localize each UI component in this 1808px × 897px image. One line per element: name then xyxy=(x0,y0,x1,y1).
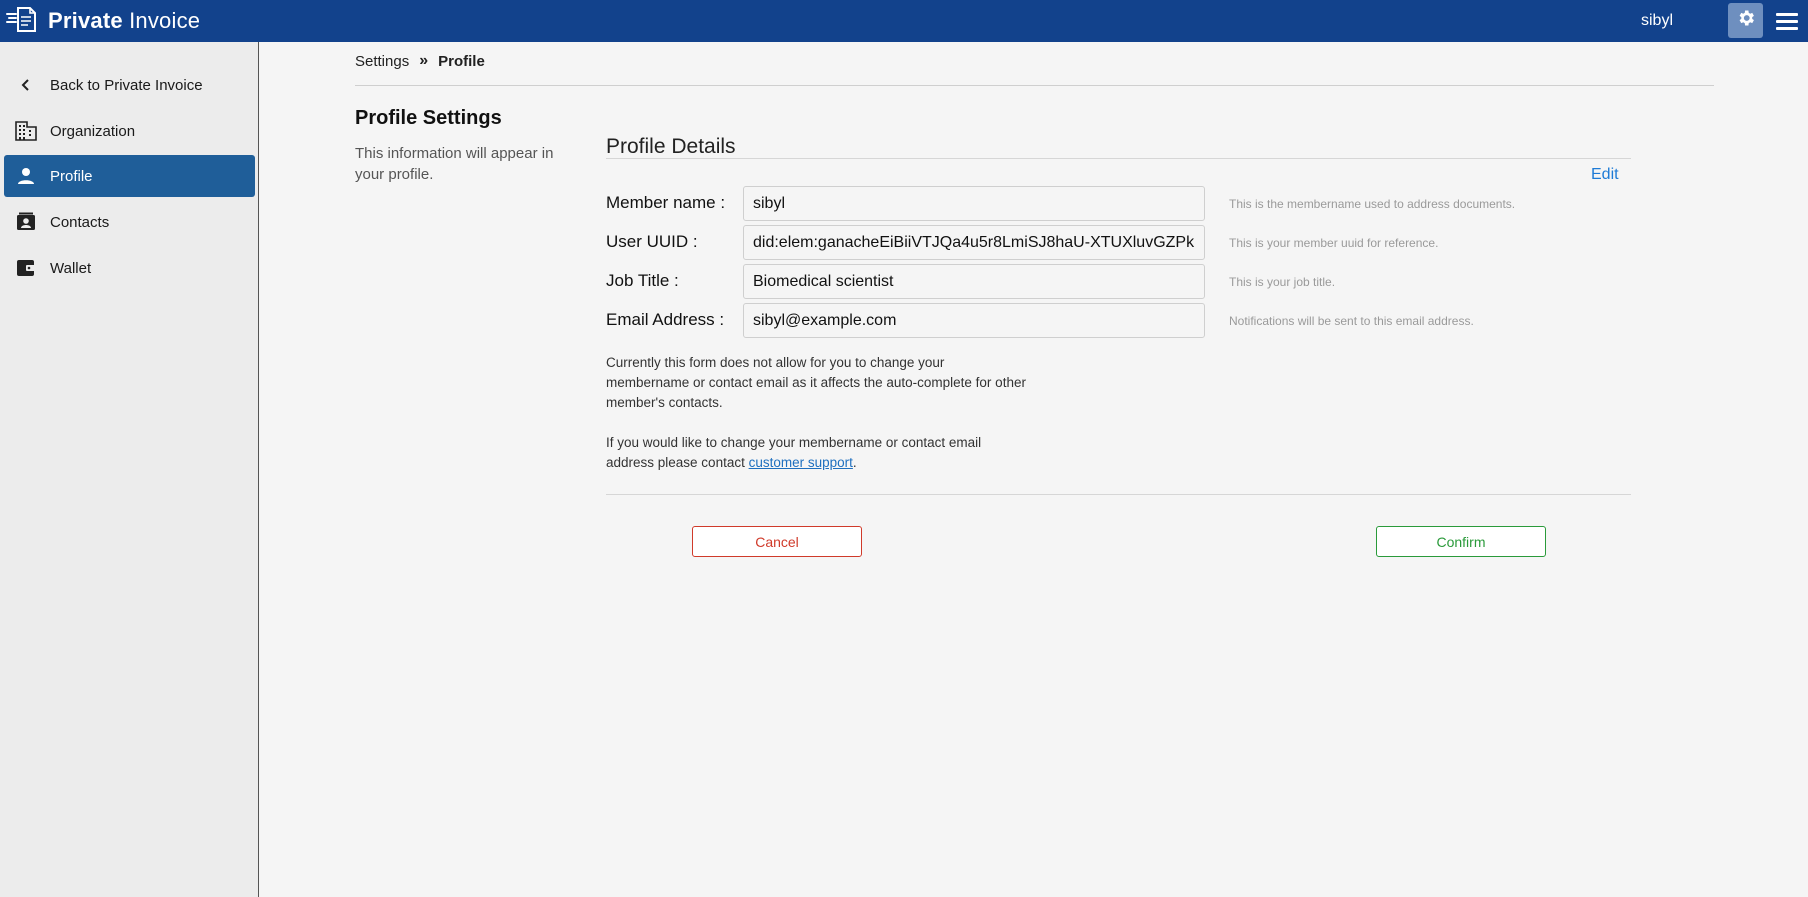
user-uuid-label: User UUID : xyxy=(606,232,698,251)
email-address-label: Email Address : xyxy=(606,310,725,329)
sidebar: Back to Private Invoice Organization Pro… xyxy=(0,42,259,897)
form-note: Currently this form does not allow for y… xyxy=(606,355,1026,410)
sidebar-item-back[interactable]: Back to Private Invoice xyxy=(4,64,255,106)
sidebar-item-label: Contacts xyxy=(50,213,110,231)
support-note: If you would like to change your membern… xyxy=(606,433,1031,473)
sidebar-item-wallet[interactable]: Wallet xyxy=(4,247,255,289)
divider xyxy=(606,494,1631,495)
breadcrumb: Settings » Profile xyxy=(355,52,485,70)
app-title: Private Invoice xyxy=(48,8,200,34)
sidebar-item-contacts[interactable]: Contacts xyxy=(4,201,255,243)
app-title-rest: Invoice xyxy=(129,8,201,33)
edit-link[interactable]: Edit xyxy=(1591,166,1619,184)
gear-icon xyxy=(1736,8,1756,33)
sidebar-item-label: Wallet xyxy=(50,259,92,277)
app-title-bold: Private xyxy=(48,8,123,33)
user-uuid-hint: This is your member uuid for reference. xyxy=(1229,236,1439,250)
contacts-icon xyxy=(14,210,38,234)
member-name-label: Member name : xyxy=(606,193,726,212)
person-icon xyxy=(14,164,38,188)
section-description: This information will appear in your pro… xyxy=(355,145,554,183)
settings-button[interactable] xyxy=(1728,3,1763,38)
breadcrumb-settings[interactable]: Settings xyxy=(355,53,409,70)
sidebar-item-profile[interactable]: Profile xyxy=(4,155,255,197)
job-title-hint: This is your job title. xyxy=(1229,275,1336,289)
divider xyxy=(355,85,1714,86)
sidebar-item-label: Organization xyxy=(50,122,136,140)
member-name-hint: This is the membername used to address d… xyxy=(1229,197,1516,211)
cancel-button[interactable]: Cancel xyxy=(692,526,862,557)
job-title-label: Job Title : xyxy=(606,271,679,290)
support-note-suffix: . xyxy=(852,455,857,470)
sidebar-item-label: Profile xyxy=(50,167,93,185)
user-name[interactable]: sibyl xyxy=(1641,12,1673,30)
building-icon xyxy=(14,119,38,143)
hamburger-menu-button[interactable] xyxy=(1776,8,1798,34)
customer-support-link[interactable]: customer support xyxy=(749,455,853,470)
email-field[interactable] xyxy=(743,303,1205,338)
wallet-icon xyxy=(14,256,38,280)
user-uuid-field[interactable] xyxy=(743,225,1205,260)
invoice-logo-icon xyxy=(6,4,42,39)
sidebar-item-organization[interactable]: Organization xyxy=(4,110,255,152)
divider xyxy=(606,158,1631,159)
breadcrumb-separator-icon: » xyxy=(419,52,429,69)
panel-title: Profile Details xyxy=(606,135,736,158)
brand[interactable]: Private Invoice xyxy=(6,6,200,36)
member-name-field[interactable] xyxy=(743,186,1205,221)
hamburger-menu-icon xyxy=(1776,12,1798,16)
section-title: Profile Settings xyxy=(355,107,502,129)
chevron-left-icon xyxy=(14,73,38,97)
top-bar: Private Invoice sibyl xyxy=(0,0,1808,42)
sidebar-item-label: Back to Private Invoice xyxy=(50,76,203,94)
email-hint: Notifications will be sent to this email… xyxy=(1229,314,1474,328)
confirm-button[interactable]: Confirm xyxy=(1376,526,1546,557)
job-title-field[interactable] xyxy=(743,264,1205,299)
breadcrumb-current: Profile xyxy=(438,52,485,70)
